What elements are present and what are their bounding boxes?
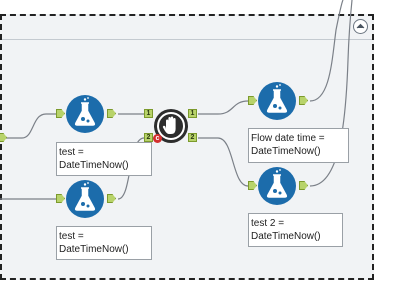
flask-icon [266,84,288,113]
error-badge: c [153,134,162,143]
filter-input-anchor-1[interactable]: 1 [144,109,153,118]
flask-icon [74,97,96,126]
filter-false-anchor[interactable]: 2 [188,133,197,142]
flask-icon [266,169,288,198]
filter-true-anchor[interactable]: 1 [188,109,197,118]
formula-tool-right-bottom[interactable] [258,167,296,205]
formula-tool-left-bottom[interactable] [66,180,104,218]
flask-icon [74,182,96,211]
formula-tool-right-top[interactable] [258,82,296,120]
annotation-formula-left-bottom: test = DateTimeNow() [56,226,152,260]
workflow-canvas[interactable]: test = DateTimeNow() test = DateTimeNow(… [0,0,399,301]
annotation-formula-right-bottom: test 2 = DateTimeNow() [248,213,343,247]
chevron-up-icon [356,23,365,29]
container-header[interactable] [2,16,372,40]
annotation-formula-right-top: Flow date time = DateTimeNow() [248,128,349,163]
collapse-container-button[interactable] [353,19,368,34]
annotation-formula-left-top: test = DateTimeNow() [56,142,152,176]
formula-tool-left-top[interactable] [66,95,104,133]
filter-input-anchor-2[interactable]: 2 [144,133,153,142]
